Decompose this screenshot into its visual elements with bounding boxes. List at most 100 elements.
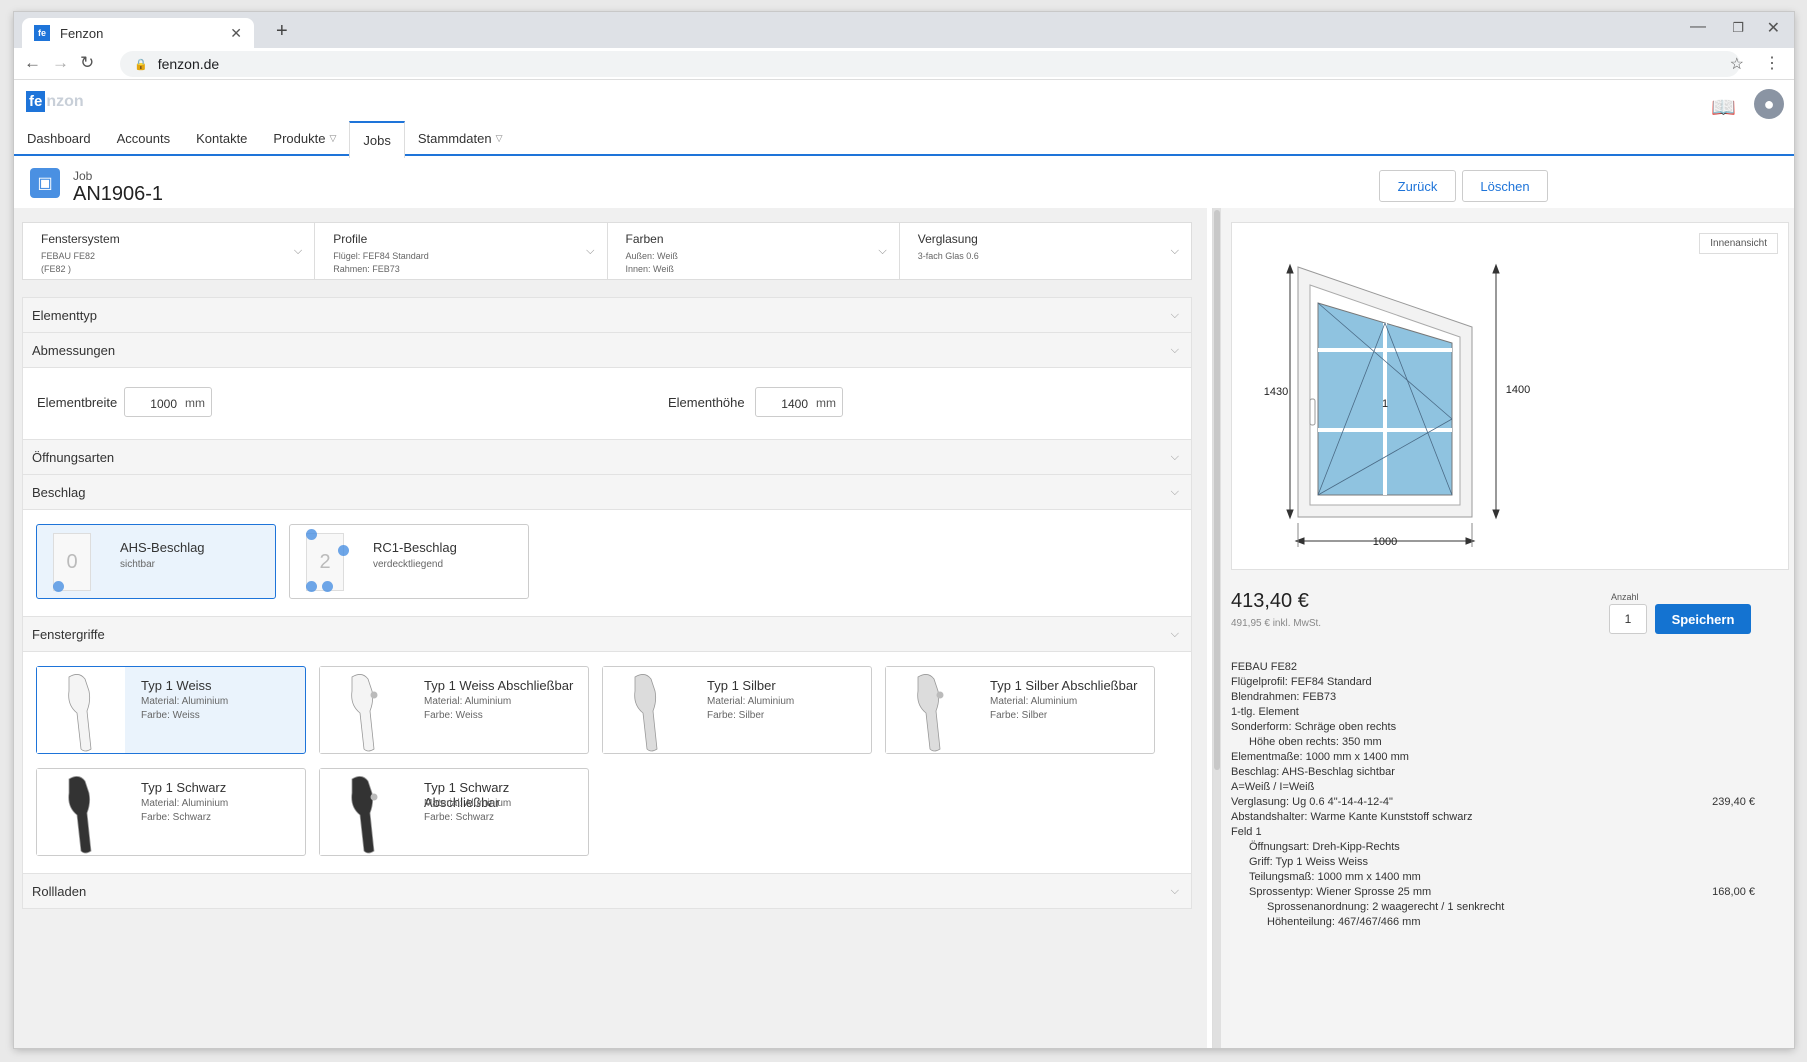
chevron-down-icon: ⌵ [1170,627,1179,640]
save-button[interactable]: Speichern [1655,604,1751,634]
handle-color: Farbe: Schwarz [424,812,495,823]
fenstergriffe-body: Typ 1 Weiss Material: Aluminium Farbe: Wei… [22,652,1192,874]
favicon: fe [34,25,50,41]
section-elementtyp[interactable]: Elementtyp ⌵ [22,297,1192,333]
browser-menu-icon[interactable]: ⋮ [1764,53,1780,73]
forward-icon[interactable]: → [52,53,69,73]
unit-label: mm [816,396,836,410]
config-title: Farben [625,232,664,246]
delete-button[interactable]: Löschen [1462,170,1548,202]
dim-bottom-label: 1000 [1373,536,1397,548]
nav-item-kontakte[interactable]: Kontakte [183,121,260,156]
summary-line: Höhe oben rechts: 350 mm [1231,735,1755,750]
beschlag-card[interactable]: 2 RC1-Beschlag verdecktliegend [289,524,529,599]
config-farben[interactable]: Farben Außen: Weiß Innen: Weiß ⌵ [608,223,900,279]
fitting-marker-icon [306,581,317,592]
handle-card[interactable]: Typ 1 Schwarz Abschließbar Material: Alum… [319,768,589,856]
summary-text: Sprossenanordnung: 2 waagerecht / 1 senk… [1267,901,1505,913]
fenzon-logo[interactable]: fe nzon [26,91,84,112]
logo-mark: fe [26,91,46,112]
panel-scrollbar[interactable] [1213,208,1221,1048]
view-toggle-button[interactable]: Innenansicht [1699,233,1778,254]
summary-line: Griff: Typ 1 Weiss Weiss [1231,855,1755,870]
nav-item-dashboard[interactable]: Dashboard [14,121,104,156]
book-icon[interactable]: 📖 [1711,95,1736,120]
window-handle-icon [634,674,658,752]
summary-text: Höhenteilung: 467/467/466 mm [1267,916,1421,928]
handle-card[interactable]: Typ 1 Weiss Material: Aluminium Farbe: Wei… [36,666,306,754]
browser-tab[interactable]: fe Fenzon ✕ [22,18,254,48]
handle-material: Material: Aluminium [707,696,795,707]
summary-line: FEBAU FE82 [1231,660,1755,675]
nav-item-produkte[interactable]: Produkte ▽ [260,121,349,156]
section-rollladen[interactable]: Rollladen ⌵ [22,873,1192,909]
handle-card[interactable]: Typ 1 Silber Material: Aluminium Farbe: Si… [602,666,872,754]
section-title: Öffnungsarten [32,449,115,465]
handle-card[interactable]: Typ 1 Schwarz Material: Aluminium Farbe: S… [36,768,306,856]
section-beschlag[interactable]: Beschlag ⌵ [22,474,1192,510]
summary-text: Griff: Typ 1 Weiss Weiss [1249,856,1368,868]
elementhoehe-input[interactable]: 1400 mm [755,387,843,417]
beschlag-body: 0 AHS-Beschlag sichtbar 2 RC1-Beschlag verdec… [22,510,1192,617]
user-avatar[interactable]: ● [1754,89,1784,119]
handle-thumbnail [320,667,408,753]
section-abmessungen[interactable]: Abmessungen ⌵ [22,332,1192,368]
bookmark-star-icon[interactable]: ☆ [1730,54,1744,74]
beschlag-card[interactable]: 0 AHS-Beschlag sichtbar [36,524,276,599]
nav-item-stammdaten[interactable]: Stammdaten ▽ [405,121,516,156]
chevron-down-icon: ⌵ [1170,245,1179,257]
section-fenstergriffe[interactable]: Fenstergriffe ⌵ [22,616,1192,652]
beschlag-sub: sichtbar [120,559,156,570]
summary-line: Sprossentyp: Wiener Sprosse 25 mm 168,00 … [1231,885,1755,900]
close-tab-icon[interactable]: ✕ [230,25,242,42]
app-header: fe nzon 📖 ● Dashboard Accounts Kontakte Prod… [14,81,1794,158]
summary-line: Elementmaße: 1000 mm x 1400 mm [1231,750,1755,765]
chevron-down-icon: ▽ [329,133,337,143]
quantity-input[interactable]: 1 [1609,604,1647,634]
handle-card[interactable]: Typ 1 Silber Abschließbar Material: Alumi… [885,666,1155,754]
minimize-icon[interactable]: — [1690,18,1706,36]
summary-text: Elementmaße: 1000 mm x 1400 mm [1231,751,1409,763]
config-sections: Elementtyp ⌵ Abmessungen ⌵ Elementbreite 1… [22,297,1192,909]
handle-color: Farbe: Weiss [141,710,200,721]
config-verglasung[interactable]: Verglasung 3-fach Glas 0.6 ⌵ [900,223,1191,279]
handle-color: Farbe: Silber [707,710,765,721]
config-line: Rahmen: FEB73 [333,264,400,274]
nav-item-accounts[interactable]: Accounts [104,121,183,156]
config-value: Außen: Weiß Innen: Weiß [626,250,881,276]
handle-name: Typ 1 Silber [707,678,776,693]
briefcase-icon: ▣ [30,168,60,198]
chevron-down-icon: ⌵ [1170,485,1179,498]
elementbreite-input[interactable]: 1000 mm [124,387,212,417]
handle-color: Farbe: Schwarz [141,812,212,823]
section-title: Abmessungen [32,342,116,358]
scrollbar-thumb[interactable] [1214,210,1220,770]
handle-color: Farbe: Weiss [424,710,483,721]
section-title: Rollladen [32,883,87,899]
window-handle-icon [68,776,92,854]
window-close-icon[interactable]: ✕ [1767,18,1780,38]
window-preview: Innenansicht 1430 1400 1000 1 [1231,222,1789,570]
unit-label: mm [185,396,205,410]
config-line: 3-fach Glas 0.6 [917,251,979,261]
config-summary-bar: Fenstersystem FEBAU FE82 (FE82 ) ⌵ Profile Fl… [22,222,1192,280]
window-drawing: 1430 1400 1000 1 [1264,263,1530,548]
handle-name: Typ 1 Weiss Abschließbar [424,678,574,693]
summary-price: 239,40 € [1712,796,1755,808]
chevron-down-icon: ⌵ [1170,884,1179,897]
handle-thumbnail [37,667,125,753]
section-oeffnungsarten[interactable]: Öffnungsarten ⌵ [22,439,1192,475]
restore-icon[interactable]: ❐ [1732,20,1744,36]
nav-item-jobs[interactable]: Jobs [349,121,405,158]
handle-material: Material: Aluminium [424,696,512,707]
new-tab-icon[interactable]: + [276,20,288,43]
back-button[interactable]: Zurück [1379,170,1456,202]
reload-icon[interactable]: ↻ [80,53,94,73]
handle-card[interactable]: Typ 1 Weiss Abschließbar Material: Alumin… [319,666,589,754]
beschlag-number: 0 [66,550,78,573]
config-title: Profile [333,232,368,246]
config-profile[interactable]: Profile Flügel: FEF84 Standard Rahmen: FEB… [315,223,608,279]
back-icon[interactable]: ← [24,53,41,73]
address-bar[interactable]: 🔒 fenzon.de ☆ [120,51,1744,77]
config-fenstersystem[interactable]: Fenstersystem FEBAU FE82 (FE82 ) ⌵ [23,223,316,279]
